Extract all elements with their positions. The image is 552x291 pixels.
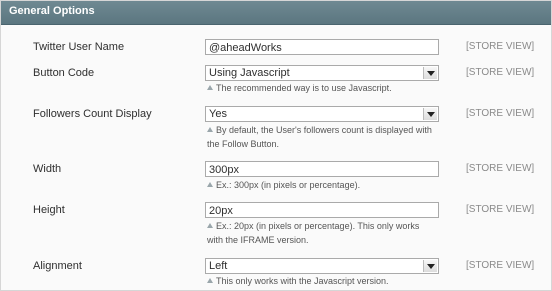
height-input[interactable]	[205, 202, 439, 218]
section-header[interactable]: General Options	[1, 1, 551, 25]
section-title: General Options	[9, 5, 95, 17]
scope-badge: [STORE VIEW]	[466, 204, 535, 215]
alignment-value: Left	[209, 260, 228, 272]
scope-badge: [STORE VIEW]	[466, 108, 535, 119]
width-note: Ex.: 300px (in pixels or percentage).	[207, 178, 442, 192]
chevron-down-icon[interactable]	[423, 260, 437, 272]
height-note: Ex.: 20px (in pixels or percentage). Thi…	[207, 221, 420, 245]
triangle-up-icon	[207, 127, 213, 132]
triangle-up-icon	[207, 85, 213, 90]
followers-count-display-select[interactable]: Yes	[205, 106, 439, 122]
width-input[interactable]	[205, 161, 439, 177]
followers-count-display-label: Followers Count Display	[33, 108, 152, 120]
width-label: Width	[33, 163, 62, 175]
followers-count-display-value: Yes	[209, 108, 227, 120]
triangle-up-icon	[207, 278, 213, 283]
triangle-up-icon	[207, 223, 213, 228]
alignment-note: This only works with the Javascript vers…	[207, 274, 442, 288]
general-options-panel: General Options Twitter User Name [STORE…	[0, 0, 552, 291]
scope-badge: [STORE VIEW]	[466, 67, 535, 78]
button-code-label: Button Code	[33, 67, 95, 79]
button-code-value: Using Javascript	[209, 67, 290, 79]
chevron-down-icon[interactable]	[423, 67, 437, 79]
alignment-label: Alignment	[33, 260, 82, 272]
scope-badge: [STORE VIEW]	[466, 41, 535, 52]
alignment-select[interactable]: Left	[205, 258, 439, 274]
twitter-user-name-label: Twitter User Name	[33, 41, 125, 53]
scope-badge: [STORE VIEW]	[466, 260, 535, 271]
chevron-down-icon[interactable]	[423, 108, 437, 120]
followers-count-display-note: By default, the User's followers count i…	[207, 125, 432, 149]
scope-badge: [STORE VIEW]	[466, 163, 535, 174]
button-code-note: The recommended way is to use Javascript…	[207, 81, 442, 95]
twitter-user-name-input[interactable]	[205, 39, 439, 55]
button-code-select[interactable]: Using Javascript	[205, 65, 439, 81]
triangle-up-icon	[207, 182, 213, 187]
height-label: Height	[33, 204, 65, 216]
